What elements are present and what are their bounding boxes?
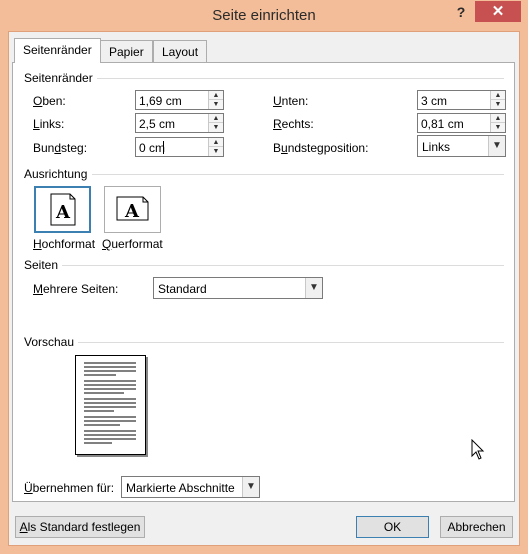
tab-layout[interactable]: Layout (153, 40, 208, 62)
portrait-page-icon: A (50, 193, 76, 226)
svg-text:A: A (124, 201, 140, 222)
title-bar[interactable]: Seite einrichten ? ✕ (0, 0, 528, 32)
tab-panel: Seitenränder Oben: 1,69 cm ▲ ▼ Unten: 3 c… (12, 62, 515, 502)
spin-down-icon[interactable]: ▼ (491, 123, 505, 132)
bottom-margin-spinner[interactable]: 3 cm ▲ ▼ (417, 90, 506, 110)
top-margin-value[interactable]: 1,69 cm (139, 94, 182, 108)
mouse-cursor-icon (471, 439, 485, 460)
multiple-pages-label: Mehrere Seiten: (33, 282, 119, 296)
spin-up-icon[interactable]: ▲ (209, 91, 223, 100)
bottom-margin-label: Unten: (273, 94, 309, 108)
pages-group-header: Seiten (24, 258, 504, 272)
gutter-position-value: Links (422, 140, 451, 154)
tab-papier[interactable]: Papier (100, 40, 153, 62)
tab-seitenraender[interactable]: Seitenränder (14, 38, 101, 63)
left-margin-spinner[interactable]: 2,5 cm ▲ ▼ (135, 113, 224, 133)
cancel-button[interactable]: Abbrechen (440, 516, 513, 538)
gutter-position-select[interactable]: Links ▼ (417, 135, 506, 157)
chevron-down-icon[interactable]: ▼ (488, 136, 505, 156)
set-default-button[interactable]: Als Standard festlegen (15, 516, 145, 538)
bottom-margin-value[interactable]: 3 cm (421, 94, 447, 108)
portrait-label[interactable]: Hochformat (33, 237, 95, 251)
spin-down-icon[interactable]: ▼ (209, 123, 223, 132)
top-margin-label: Oben: (33, 94, 66, 108)
help-button[interactable]: ? (448, 2, 474, 22)
right-margin-label: Rechts: (273, 117, 314, 131)
multiple-pages-value: Standard (158, 282, 207, 296)
margins-group-header: Seitenränder (24, 71, 504, 85)
landscape-label[interactable]: Querformat (102, 237, 163, 251)
orientation-group-header: Ausrichtung (24, 167, 504, 181)
close-button[interactable]: ✕ (475, 1, 521, 22)
spin-up-icon[interactable]: ▲ (209, 114, 223, 123)
preview-text-lines (84, 362, 136, 444)
gutter-label: Bundsteg: (33, 141, 88, 155)
svg-text:A: A (55, 202, 71, 223)
chevron-down-icon[interactable]: ▼ (305, 278, 322, 298)
landscape-button[interactable]: A (104, 186, 161, 233)
chevron-down-icon[interactable]: ▼ (242, 477, 259, 497)
landscape-page-icon: A (116, 196, 149, 222)
spin-down-icon[interactable]: ▼ (491, 100, 505, 109)
pages-group-label: Seiten (24, 258, 63, 272)
apply-to-value: Markierte Abschnitte (126, 481, 235, 495)
gutter-value[interactable]: 0 cm (139, 141, 165, 155)
multiple-pages-select[interactable]: Standard ▼ (153, 277, 323, 299)
left-margin-value[interactable]: 2,5 cm (139, 117, 175, 131)
right-margin-spinner[interactable]: 0,81 cm ▲ ▼ (417, 113, 506, 133)
apply-to-label: Übernehmen für: (24, 481, 115, 495)
apply-to-select[interactable]: Markierte Abschnitte ▼ (121, 476, 260, 498)
preview-group-label: Vorschau (24, 335, 79, 349)
gutter-spinner[interactable]: 0 cm ▲ ▼ (135, 137, 224, 157)
portrait-button[interactable]: A (34, 186, 91, 233)
margins-group-label: Seitenränder (24, 71, 97, 85)
preview-group-header: Vorschau (24, 335, 504, 349)
spin-up-icon[interactable]: ▲ (491, 91, 505, 100)
spin-up-icon[interactable]: ▲ (209, 138, 223, 147)
spin-up-icon[interactable]: ▲ (491, 114, 505, 123)
spin-down-icon[interactable]: ▼ (209, 100, 223, 109)
gutter-position-label: Bundstegposition: (273, 141, 369, 155)
page-preview (75, 355, 146, 455)
text-caret (163, 141, 164, 154)
ok-button[interactable]: OK (356, 516, 429, 538)
top-margin-spinner[interactable]: 1,69 cm ▲ ▼ (135, 90, 224, 110)
spin-down-icon[interactable]: ▼ (209, 147, 223, 156)
dialog-body: Seitenränder Papier Layout Seitenränder … (8, 31, 520, 546)
left-margin-label: Links: (33, 117, 65, 131)
orientation-group-label: Ausrichtung (24, 167, 92, 181)
right-margin-value[interactable]: 0,81 cm (421, 117, 464, 131)
